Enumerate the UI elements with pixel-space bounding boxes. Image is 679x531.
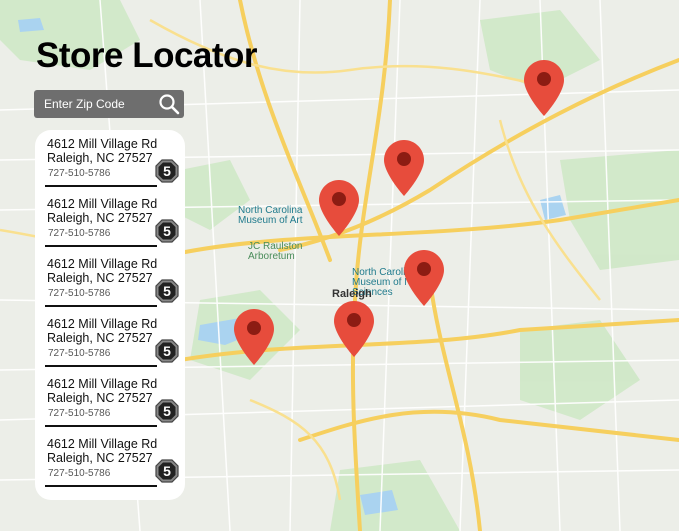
- store-divider: [45, 485, 157, 487]
- map-pin-1[interactable]: [524, 60, 564, 116]
- store-divider: [45, 245, 157, 247]
- zip-code-input[interactable]: [34, 90, 154, 118]
- map-city-label: Raleigh: [332, 288, 372, 300]
- store-address-line2: Raleigh, NC 27527: [47, 331, 153, 345]
- store-badge-number: 5: [163, 283, 171, 299]
- store-badge-number: 5: [163, 163, 171, 179]
- store-address-line2: Raleigh, NC 27527: [47, 391, 153, 405]
- store-badge-number: 5: [163, 343, 171, 359]
- store-address: 4612 Mill Village Rd Raleigh, NC 27527: [47, 137, 157, 165]
- page-title: Store Locator: [36, 36, 258, 75]
- store-address: 4612 Mill Village Rd Raleigh, NC 27527: [47, 257, 157, 285]
- store-address-line2: Raleigh, NC 27527: [47, 271, 153, 285]
- search-icon[interactable]: [158, 93, 180, 115]
- store-list-item[interactable]: 4612 Mill Village Rd Raleigh, NC 27527 7…: [35, 250, 185, 310]
- store-address-line2: Raleigh, NC 27527: [47, 451, 153, 465]
- store-divider: [45, 185, 157, 187]
- store-address-line1: 4612 Mill Village Rd: [47, 317, 158, 331]
- store-address: 4612 Mill Village Rd Raleigh, NC 27527: [47, 317, 157, 345]
- store-address-line1: 4612 Mill Village Rd: [47, 197, 158, 211]
- map-pin-4[interactable]: [404, 250, 444, 306]
- map-label-museum: North Carolina Museum of Art: [238, 205, 303, 226]
- store-badge-number: 5: [163, 223, 171, 239]
- store-list-item[interactable]: 4612 Mill Village Rd Raleigh, NC 27527 7…: [35, 370, 185, 430]
- store-divider: [45, 305, 157, 307]
- map-pin-2[interactable]: [384, 140, 424, 196]
- map-pin-6[interactable]: [234, 309, 274, 365]
- store-address-line2: Raleigh, NC 27527: [47, 151, 153, 165]
- store-list-item[interactable]: 4612 Mill Village Rd Raleigh, NC 27527 7…: [35, 130, 185, 190]
- store-phone: 727-510-5786: [48, 468, 111, 479]
- store-address: 4612 Mill Village Rd Raleigh, NC 27527: [47, 437, 157, 465]
- store-address-line2: Raleigh, NC 27527: [47, 211, 153, 225]
- store-address: 4612 Mill Village Rd Raleigh, NC 27527: [47, 197, 157, 225]
- store-phone: 727-510-5786: [48, 288, 111, 299]
- store-badge-number: 5: [163, 463, 171, 479]
- store-list[interactable]: 4612 Mill Village Rd Raleigh, NC 27527 7…: [35, 130, 185, 500]
- store-address: 4612 Mill Village Rd Raleigh, NC 27527: [47, 377, 157, 405]
- store-phone: 727-510-5786: [48, 348, 111, 359]
- store-list-item[interactable]: 4612 Mill Village Rd Raleigh, NC 27527 7…: [35, 430, 185, 490]
- zip-search-bar: [34, 90, 184, 118]
- store-address-line1: 4612 Mill Village Rd: [47, 377, 158, 391]
- store-badge-number: 5: [163, 403, 171, 419]
- store-divider: [45, 425, 157, 427]
- store-list-item[interactable]: 4612 Mill Village Rd Raleigh, NC 27527 7…: [35, 310, 185, 370]
- map-label-arboretum: JC Raulston Arboretum: [248, 241, 303, 262]
- store-phone: 727-510-5786: [48, 228, 111, 239]
- store-phone: 727-510-5786: [48, 408, 111, 419]
- store-list-item[interactable]: 4612 Mill Village Rd Raleigh, NC 27527 7…: [35, 190, 185, 250]
- store-address-line1: 4612 Mill Village Rd: [47, 137, 158, 151]
- store-address-line1: 4612 Mill Village Rd: [47, 437, 158, 451]
- map-pin-5[interactable]: [334, 301, 374, 357]
- store-phone: 727-510-5786: [48, 168, 111, 179]
- store-address-line1: 4612 Mill Village Rd: [47, 257, 158, 271]
- store-divider: [45, 365, 157, 367]
- map-pin-3[interactable]: [319, 180, 359, 236]
